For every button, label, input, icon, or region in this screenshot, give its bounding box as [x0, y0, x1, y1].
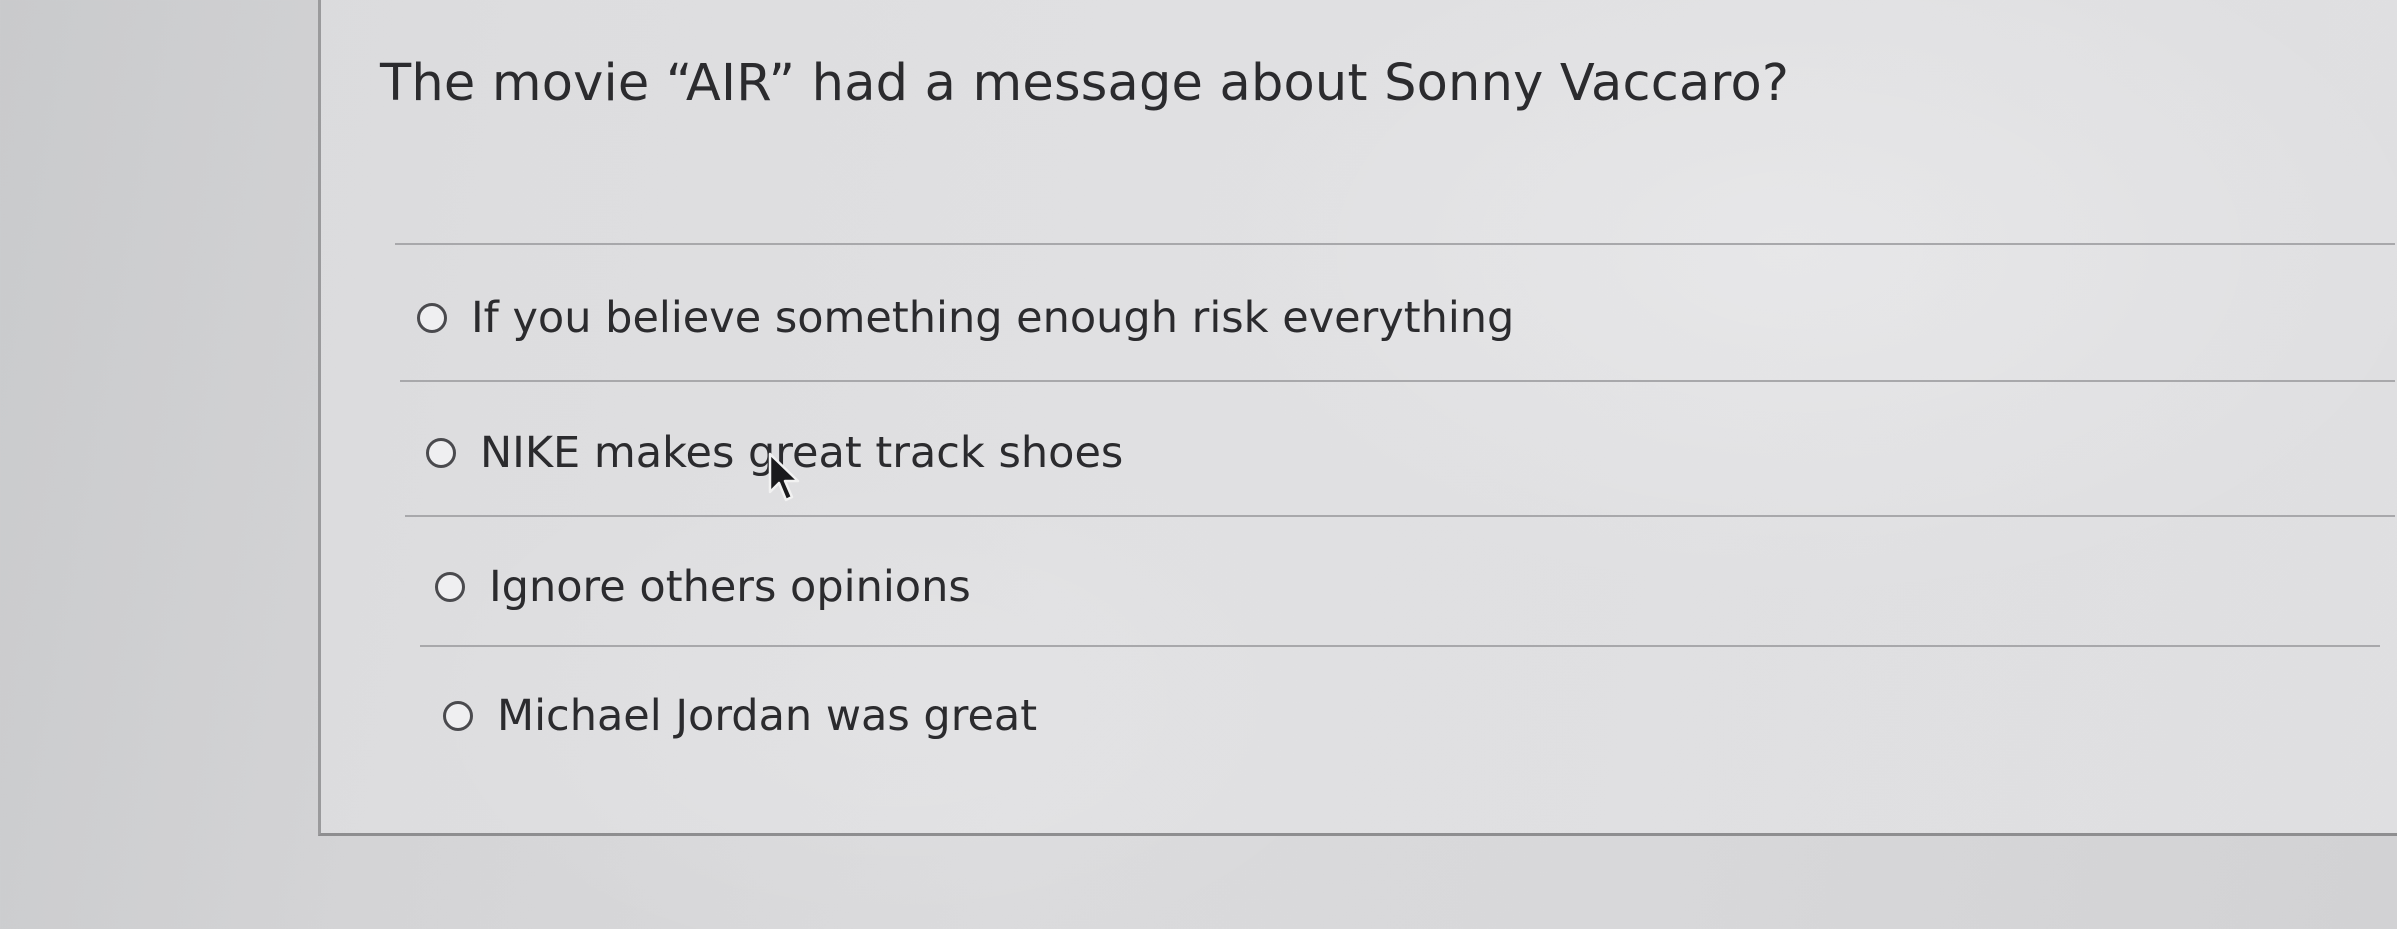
option-1-label: If you believe something enough risk eve… — [471, 293, 1515, 343]
option-3[interactable]: Ignore others opinions — [435, 562, 971, 612]
divider-option-1 — [400, 380, 2395, 382]
mouse-pointer-arrow-icon — [768, 452, 800, 502]
radio-button-unchecked-icon[interactable] — [417, 303, 447, 333]
radio-button-unchecked-icon[interactable] — [435, 572, 465, 602]
option-1[interactable]: If you believe something enough risk eve… — [417, 293, 1514, 343]
radio-button-unchecked-icon[interactable] — [443, 701, 473, 731]
radio-button-unchecked-icon[interactable] — [426, 438, 456, 468]
option-3-label: Ignore others opinions — [489, 562, 971, 612]
question-title: The movie “AIR” had a message about Sonn… — [380, 54, 1790, 113]
option-4[interactable]: Michael Jordan was great — [443, 691, 1037, 741]
divider-option-3 — [420, 645, 2380, 647]
divider-option-2 — [405, 515, 2395, 517]
divider-title — [395, 243, 2395, 245]
option-4-label: Michael Jordan was great — [497, 691, 1038, 741]
